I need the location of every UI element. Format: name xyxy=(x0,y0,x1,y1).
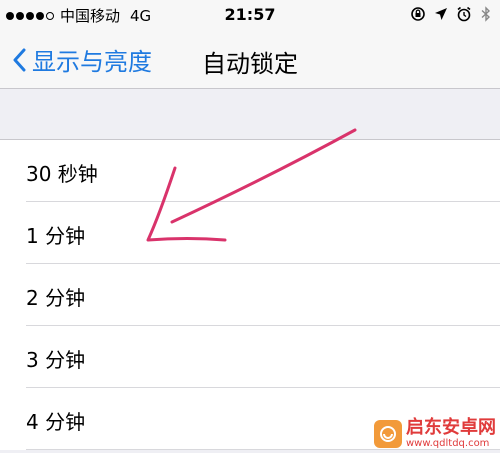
option-2-minutes[interactable]: 2 分钟 xyxy=(0,264,500,326)
option-label: 2 分钟 xyxy=(26,286,86,310)
option-label: 3 分钟 xyxy=(26,348,86,372)
status-right xyxy=(410,6,492,22)
page-title: 自动锁定 xyxy=(202,50,298,78)
watermark-name: 启东安卓网 xyxy=(406,417,496,438)
location-icon xyxy=(434,7,448,21)
option-3-minutes[interactable]: 3 分钟 xyxy=(0,326,500,388)
option-30-seconds[interactable]: 30 秒钟 xyxy=(0,140,500,202)
auto-lock-options-list: 30 秒钟 1 分钟 2 分钟 3 分钟 4 分钟 xyxy=(0,140,500,450)
alarm-icon xyxy=(456,6,472,22)
bluetooth-icon xyxy=(480,6,492,22)
watermark-logo-icon xyxy=(374,420,402,448)
option-label: 30 秒钟 xyxy=(26,162,98,186)
status-bar: 中国移动 4G 21:57 xyxy=(0,0,500,30)
option-label: 1 分钟 xyxy=(26,224,86,248)
orientation-lock-icon xyxy=(410,6,426,22)
group-header-spacer xyxy=(0,89,500,140)
watermark: 启东安卓网 www.qdltdq.com xyxy=(374,419,496,449)
option-label: 4 分钟 xyxy=(26,410,86,434)
watermark-url: www.qdltdq.com xyxy=(406,438,490,449)
navigation-bar: 显示与亮度 自动锁定 xyxy=(0,30,500,89)
option-1-minute[interactable]: 1 分钟 xyxy=(0,202,500,264)
